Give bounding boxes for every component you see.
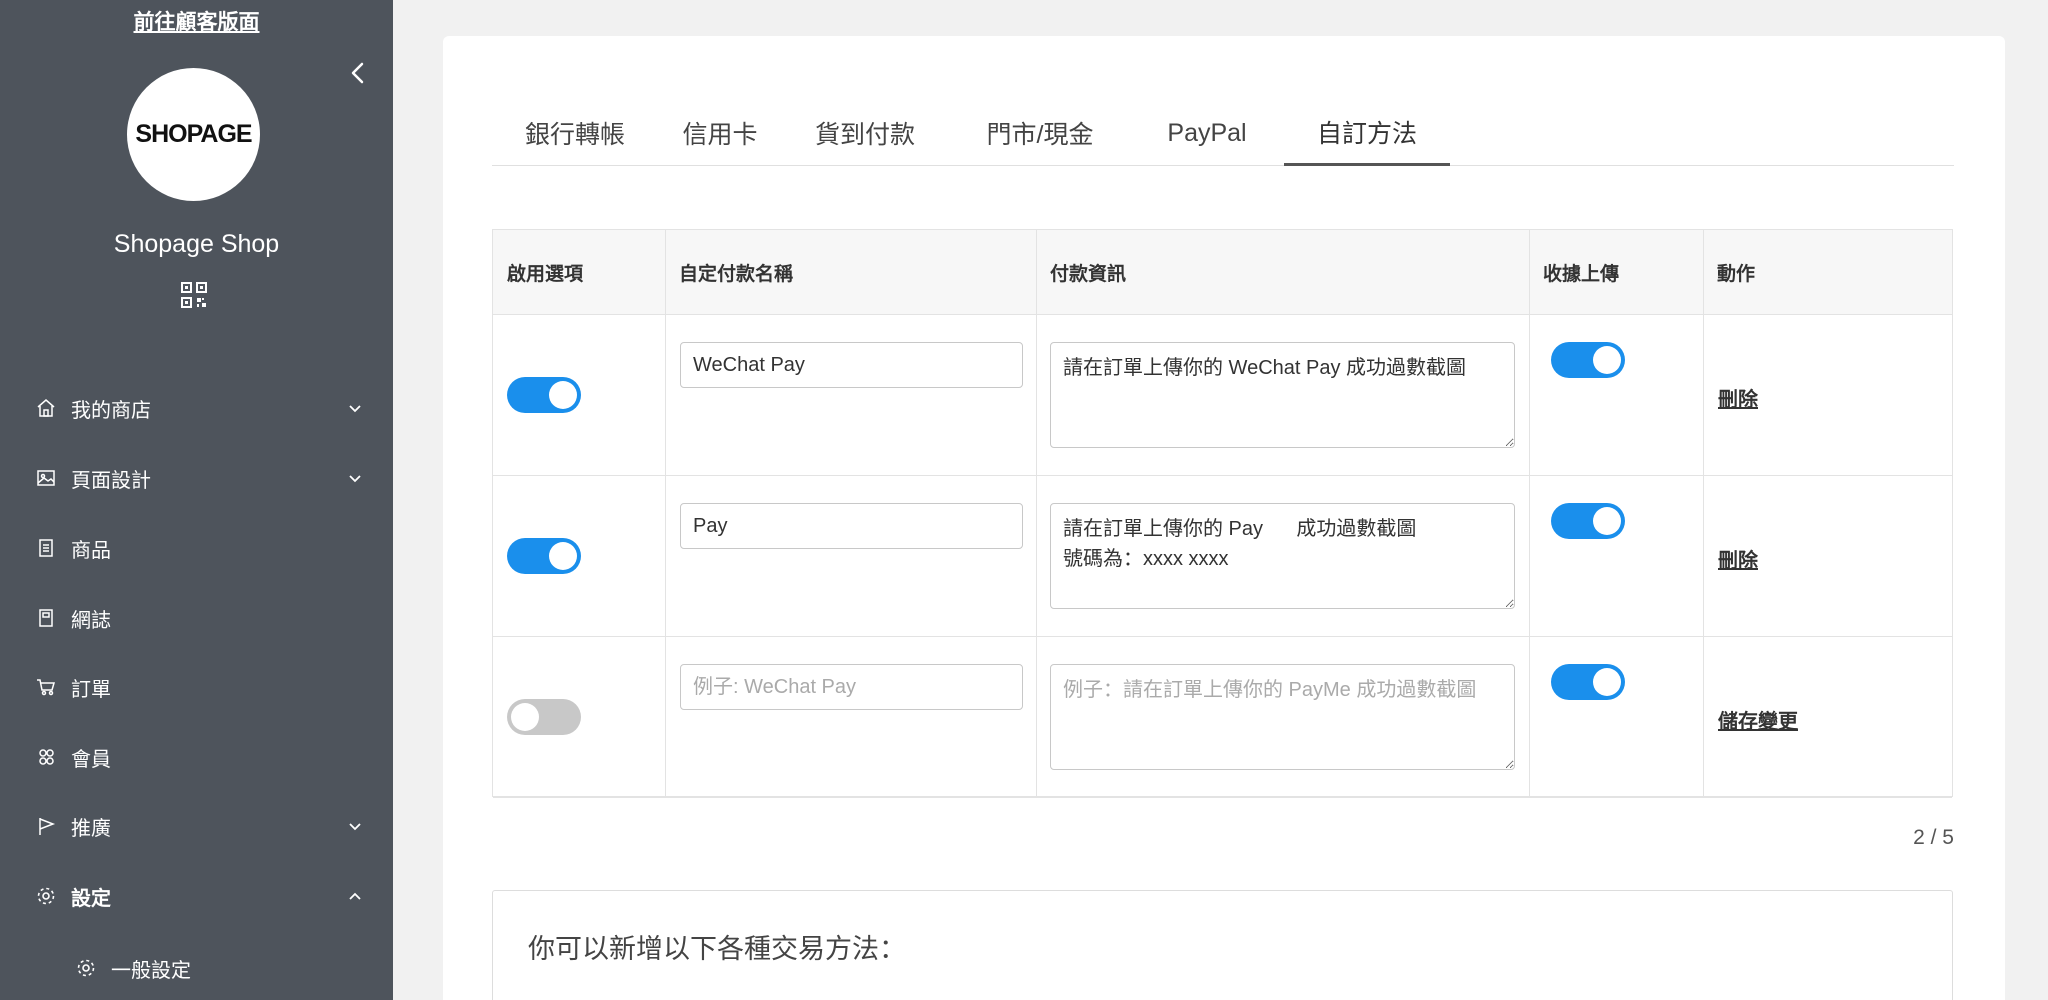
product-list-icon — [36, 538, 56, 558]
tab-custom-method[interactable]: 自訂方法 — [1284, 100, 1450, 166]
receipt-upload-toggle[interactable] — [1551, 342, 1625, 378]
sidebar-subitem-general-settings[interactable]: 一般設定 — [0, 944, 393, 992]
enable-toggle[interactable] — [507, 538, 581, 574]
delete-link[interactable]: 刪除 — [1718, 383, 1758, 412]
cart-icon — [36, 677, 56, 697]
payment-name-input[interactable] — [680, 342, 1023, 388]
header-payment-info: 付款資訊 — [1050, 264, 1127, 285]
add-methods-title: 你可以新增以下各種交易方法： — [528, 934, 906, 964]
table-row: 儲存變更 — [493, 637, 1952, 798]
table-header-row: 啟用選項 自定付款名稱 付款資訊 收據上傳 動作 — [493, 230, 1952, 315]
header-enable: 啟用選項 — [507, 264, 584, 285]
receipt-upload-toggle[interactable] — [1551, 503, 1625, 539]
logo-text: SHOPAGE — [135, 120, 252, 148]
promote-flag-icon — [36, 816, 56, 836]
tab-credit-card[interactable]: 信用卡 — [658, 100, 782, 166]
sidebar: 前往顧客版面 SHOPAGE Shopage Shop 我的商店 頁面設計 商品 — [0, 0, 393, 1000]
sidebar-item-label: 推廣 — [71, 817, 111, 840]
gear-icon — [36, 886, 56, 906]
sidebar-item-members[interactable]: 會員 — [0, 733, 393, 781]
sidebar-item-my-store[interactable]: 我的商店 — [0, 384, 393, 432]
table-row: 請在訂單上傳你的 WeChat Pay 成功過數截圖 刪除 — [493, 315, 1952, 476]
visit-storefront-link[interactable]: 前往顧客版面 — [0, 6, 393, 36]
tab-bank-transfer[interactable]: 銀行轉帳 — [492, 100, 658, 166]
sidebar-item-page-design[interactable]: 頁面設計 — [0, 454, 393, 502]
shop-logo: SHOPAGE — [127, 68, 260, 201]
collapse-sidebar-icon[interactable] — [345, 58, 371, 88]
pagination-indicator: 2 / 5 — [1913, 826, 1954, 849]
sidebar-subitem-label: 一般設定 — [111, 959, 191, 982]
sidebar-item-settings[interactable]: 設定 — [0, 872, 393, 920]
sidebar-item-label: 設定 — [71, 887, 111, 910]
enable-toggle[interactable] — [507, 699, 581, 735]
sidebar-item-products[interactable]: 商品 — [0, 524, 393, 572]
add-payment-methods-box: 你可以新增以下各種交易方法： — [492, 890, 1953, 1000]
sidebar-item-label: 訂單 — [71, 678, 111, 701]
sidebar-item-blog[interactable]: 網誌 — [0, 594, 393, 642]
home-icon — [36, 398, 56, 418]
sidebar-item-promote[interactable]: 推廣 — [0, 802, 393, 850]
tab-store-cash[interactable]: 門市/現金 — [948, 100, 1132, 166]
payment-info-textarea[interactable]: 請在訂單上傳你的 WeChat Pay 成功過數截圖 — [1050, 342, 1515, 448]
tab-paypal[interactable]: PayPal — [1132, 100, 1282, 166]
table-row: 請在訂單上傳你的 Pay 成功過數截圖 號碼為：xxxx xxxx 刪除 — [493, 476, 1952, 637]
tab-cash-on-delivery[interactable]: 貨到付款 — [782, 100, 948, 166]
column-divider — [1703, 230, 1704, 796]
chevron-down-icon — [347, 470, 363, 486]
blog-icon — [36, 608, 56, 628]
column-divider — [665, 230, 666, 796]
column-divider — [1036, 230, 1037, 796]
shop-name: Shopage Shop — [113, 230, 280, 258]
chevron-up-icon — [347, 888, 363, 904]
sidebar-item-orders[interactable]: 訂單 — [0, 663, 393, 711]
header-payment-name: 自定付款名稱 — [679, 264, 794, 285]
members-icon — [36, 747, 56, 767]
qr-code-icon[interactable] — [180, 281, 208, 309]
column-divider — [1529, 230, 1530, 796]
sidebar-item-label: 頁面設計 — [71, 469, 151, 492]
payment-name-input[interactable] — [680, 664, 1023, 710]
custom-payment-table: 啟用選項 自定付款名稱 付款資訊 收據上傳 動作 請在訂單上傳你的 WeChat… — [492, 229, 1953, 798]
chevron-down-icon — [347, 400, 363, 416]
gear-icon — [76, 958, 96, 978]
delete-link[interactable]: 刪除 — [1718, 544, 1758, 573]
header-receipt-upload: 收據上傳 — [1543, 264, 1620, 285]
sidebar-item-label: 我的商店 — [71, 399, 151, 422]
header-action: 動作 — [1717, 264, 1756, 285]
sidebar-item-label: 會員 — [71, 748, 111, 771]
payment-method-tabs: 銀行轉帳 信用卡 貨到付款 門市/現金 PayPal 自訂方法 — [492, 100, 1954, 166]
image-icon — [36, 468, 56, 488]
receipt-upload-toggle[interactable] — [1551, 664, 1625, 700]
save-changes-link[interactable]: 儲存變更 — [1718, 705, 1798, 734]
payment-name-input[interactable] — [680, 503, 1023, 549]
chevron-down-icon — [347, 818, 363, 834]
enable-toggle[interactable] — [507, 377, 581, 413]
sidebar-item-label: 網誌 — [71, 609, 111, 632]
sidebar-item-label: 商品 — [71, 539, 111, 562]
payment-info-textarea[interactable] — [1050, 664, 1515, 770]
payment-info-textarea[interactable]: 請在訂單上傳你的 Pay 成功過數截圖 號碼為：xxxx xxxx — [1050, 503, 1515, 609]
